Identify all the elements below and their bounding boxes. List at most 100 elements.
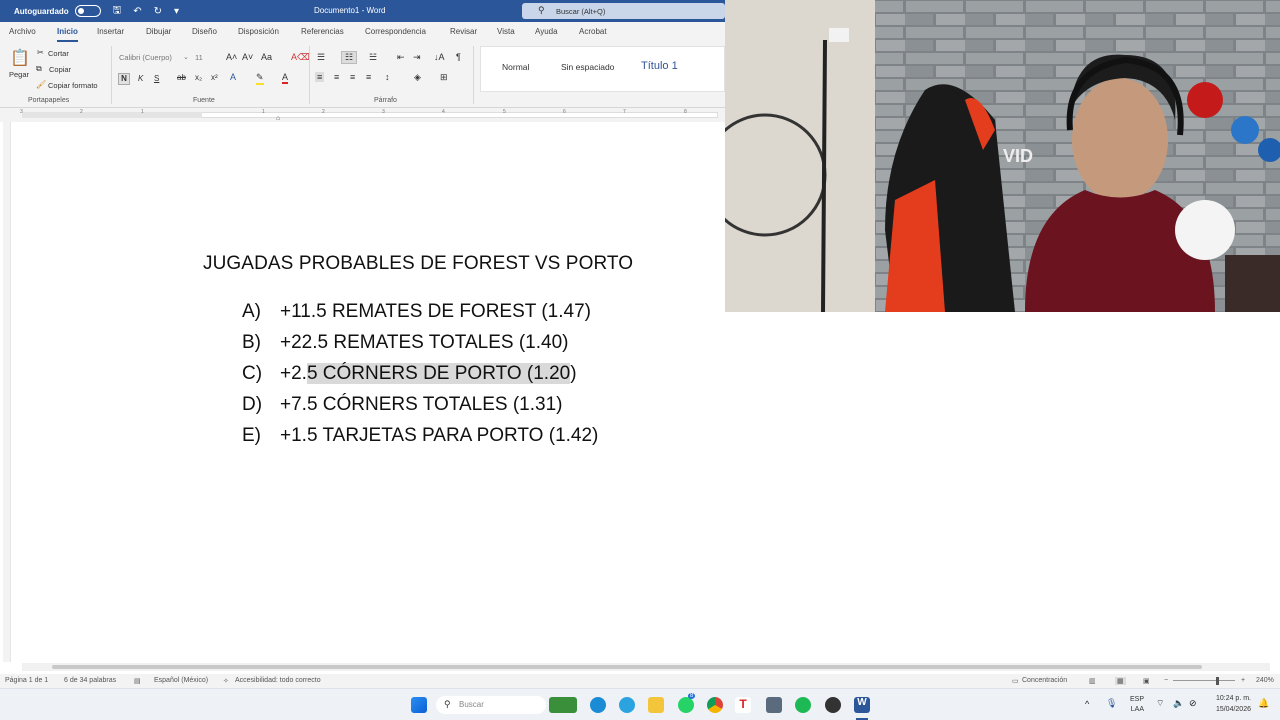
format-painter-icon[interactable]: 🖌 xyxy=(36,80,46,89)
volume-icon[interactable]: 🔈 xyxy=(1173,698,1184,709)
tab-insertar[interactable]: Insertar xyxy=(97,27,124,36)
shrink-font-icon[interactable]: A˅ xyxy=(242,52,253,62)
zoom-thumb[interactable] xyxy=(1216,677,1219,685)
list-item[interactable]: D) +7.5 CÓRNERS TOTALES (1.31) xyxy=(242,394,562,416)
list-item[interactable]: A) +11.5 REMATES DE FOREST (1.47) xyxy=(242,301,591,323)
vertical-scrollbar[interactable] xyxy=(1270,312,1280,670)
tab-diseno[interactable]: Diseño xyxy=(192,27,217,36)
read-mode-icon[interactable]: ▥ xyxy=(1089,677,1096,685)
shading-icon[interactable]: ◈ xyxy=(414,72,421,83)
tab-ayuda[interactable]: Ayuda xyxy=(535,27,558,36)
copy-button[interactable]: Copiar xyxy=(49,65,71,74)
tab-disposicion[interactable]: Disposición xyxy=(238,27,279,36)
tab-referencias[interactable]: Referencias xyxy=(301,27,344,36)
paste-icon[interactable]: 📋 xyxy=(10,48,30,68)
web-layout-icon[interactable]: ▣ xyxy=(1143,677,1150,685)
autosave-toggle[interactable] xyxy=(74,5,101,17)
list-item-selected[interactable]: C) +2.5 CÓRNERS DE PORTO (1.20) xyxy=(242,363,577,385)
grow-font-icon[interactable]: A˄ xyxy=(226,52,237,62)
page-count[interactable]: Página 1 de 1 xyxy=(5,677,48,684)
align-center-icon[interactable]: ≡ xyxy=(334,72,339,82)
cut-button[interactable]: Cortar xyxy=(48,49,69,58)
tab-vista[interactable]: Vista xyxy=(497,27,515,36)
tab-revisar[interactable]: Revisar xyxy=(450,27,477,36)
taskbar-search[interactable]: ⚲ Buscar xyxy=(436,696,546,714)
clock-time[interactable]: 10:24 p. m. xyxy=(1196,695,1251,702)
align-left-icon[interactable]: ≡ xyxy=(315,72,325,82)
tab-correspondencia[interactable]: Correspondencia xyxy=(365,27,426,36)
underline-button[interactable]: S xyxy=(154,74,159,83)
style-heading-1[interactable]: Título 1 xyxy=(641,60,678,72)
tab-dibujar[interactable]: Dibujar xyxy=(146,27,171,36)
strikethrough-icon[interactable]: ab xyxy=(177,73,186,82)
tab-archivo[interactable]: Archivo xyxy=(9,27,36,36)
whatsapp-icon[interactable] xyxy=(678,697,694,713)
indent-marker-icon[interactable]: ⌂ xyxy=(276,115,280,122)
notifications-icon[interactable]: 🔔 xyxy=(1258,698,1269,709)
wifi-icon[interactable]: ⌔ xyxy=(1156,698,1164,709)
clock-date[interactable]: 15/04/2026 xyxy=(1196,706,1251,713)
tab-inicio[interactable]: Inicio xyxy=(57,27,78,42)
line-spacing-icon[interactable]: ↕ xyxy=(385,72,390,82)
font-size-box[interactable]: 11 xyxy=(195,53,203,62)
align-right-icon[interactable]: ≡ xyxy=(350,72,355,82)
cut-icon[interactable]: ✂ xyxy=(37,48,44,57)
print-layout-icon[interactable]: ▦ xyxy=(1115,677,1126,685)
chrome-icon[interactable] xyxy=(707,697,723,713)
redo-icon[interactable]: ↻ xyxy=(154,6,162,17)
tab-acrobat[interactable]: Acrobat xyxy=(579,27,607,36)
decrease-indent-icon[interactable]: ⇤ xyxy=(397,52,405,63)
forest-widget-icon[interactable] xyxy=(549,697,577,713)
font-name-box[interactable]: Calibri (Cuerpo) xyxy=(119,53,191,62)
font-color-icon[interactable]: A xyxy=(282,72,289,84)
chevron-down-icon[interactable]: ⌄ xyxy=(183,53,189,61)
change-case-icon[interactable]: Aa xyxy=(261,52,272,62)
scrollbar-thumb[interactable] xyxy=(52,665,1202,669)
chevron-up-icon[interactable]: ^ xyxy=(1085,699,1089,709)
copy-icon[interactable]: ⧉ xyxy=(36,64,42,74)
highlight-icon[interactable]: ✎ xyxy=(256,72,264,85)
spotify-icon[interactable] xyxy=(795,697,811,713)
word-count[interactable]: 6 de 34 palabras xyxy=(64,677,116,684)
word-icon[interactable]: W xyxy=(854,697,870,713)
style-no-spacing[interactable]: Sin espaciado xyxy=(561,62,614,72)
bold-button[interactable]: N xyxy=(118,73,130,85)
increase-indent-icon[interactable]: ⇥ xyxy=(413,52,421,63)
style-normal[interactable]: Normal xyxy=(502,62,529,72)
customize-qat-icon[interactable]: ▾ xyxy=(174,6,179,17)
language-code[interactable]: ESP xyxy=(1124,696,1144,703)
zoom-slider[interactable] xyxy=(1173,680,1235,681)
multilevel-list-icon[interactable]: ☱ xyxy=(369,52,377,63)
zoom-out-icon[interactable]: − xyxy=(1164,677,1168,684)
file-explorer-icon[interactable] xyxy=(648,697,664,713)
zoom-in-icon[interactable]: + xyxy=(1241,677,1245,684)
numbering-icon[interactable]: ☷ xyxy=(341,51,358,64)
paste-button[interactable]: Pegar xyxy=(9,70,29,79)
accessibility-status[interactable]: Accesibilidad: todo correcto xyxy=(235,677,321,684)
windows-start-icon[interactable] xyxy=(411,697,427,713)
bullets-icon[interactable]: ☰ xyxy=(317,52,325,63)
document-heading[interactable]: JUGADAS PROBABLES DE FOREST VS PORTO xyxy=(203,253,633,275)
selected-text[interactable]: 5 CÓRNERS DE PORTO (1.20 xyxy=(306,363,571,384)
language-status[interactable]: Español (México) xyxy=(154,677,208,684)
subscript-icon[interactable]: x₂ xyxy=(195,73,202,82)
proofing-icon[interactable]: ▤ xyxy=(134,677,141,685)
horizontal-scrollbar[interactable] xyxy=(22,663,1270,671)
superscript-icon[interactable]: x² xyxy=(211,73,218,82)
search-box[interactable]: ⚲ Buscar (Alt+Q) xyxy=(522,3,725,19)
sort-icon[interactable]: ↓A xyxy=(434,52,445,62)
typora-icon[interactable]: T xyxy=(735,697,751,713)
edge-icon[interactable] xyxy=(590,697,606,713)
telegram-icon[interactable] xyxy=(619,697,635,713)
focus-mode[interactable]: Concentración xyxy=(1022,677,1067,684)
format-painter-button[interactable]: Copiar formato xyxy=(48,81,98,90)
obs-icon[interactable] xyxy=(825,697,841,713)
calculator-icon[interactable] xyxy=(766,697,782,713)
save-icon[interactable]: 🖫 xyxy=(113,3,122,20)
list-item[interactable]: E) +1.5 TARJETAS PARA PORTO (1.42) xyxy=(242,425,598,447)
microphone-icon[interactable]: 🎙 xyxy=(1106,698,1117,709)
borders-icon[interactable]: ⊞ xyxy=(440,72,448,83)
clear-format-icon[interactable]: A⌫ xyxy=(291,52,310,63)
italic-button[interactable]: K xyxy=(138,74,143,83)
list-item[interactable]: B) +22.5 REMATES TOTALES (1.40) xyxy=(242,332,568,354)
